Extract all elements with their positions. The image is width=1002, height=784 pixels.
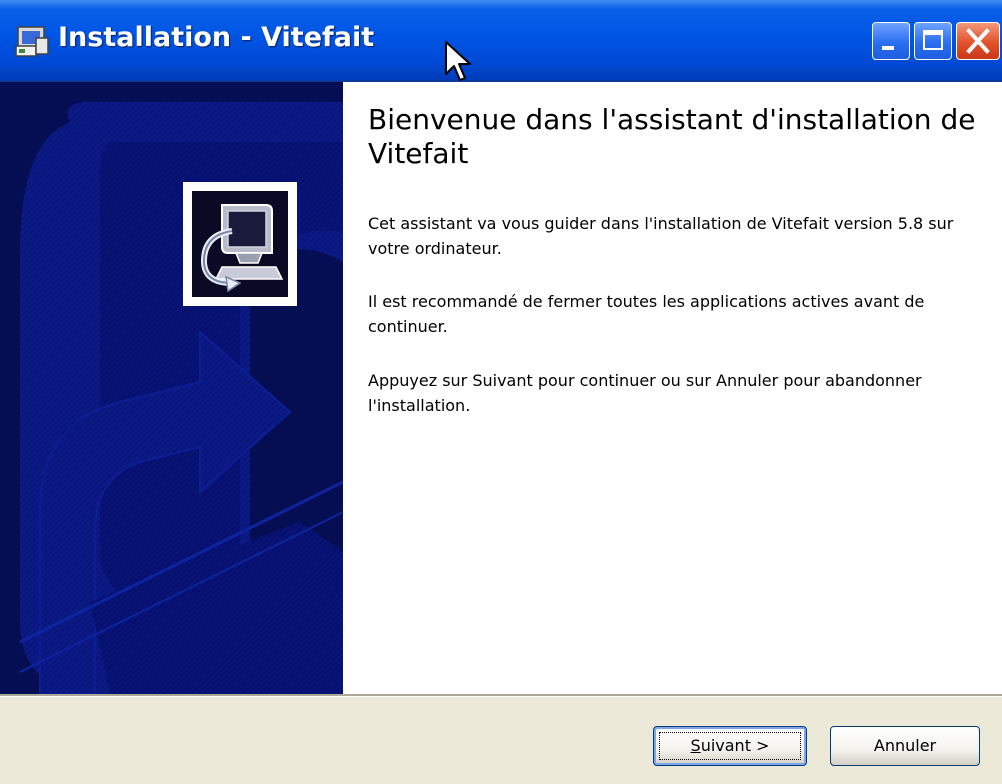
window-title: Installation - Vitefait [58, 22, 375, 53]
next-button-accelerator: S [690, 736, 701, 755]
button-bar: Suivant > Annuler [0, 697, 1002, 784]
welcome-heading: Bienvenue dans l'assistant d'installatio… [368, 103, 976, 170]
instructions-paragraph: Appuyez sur Suivant pour continuer ou su… [368, 371, 922, 415]
close-icon [966, 28, 990, 54]
welcome-panel: Bienvenue dans l'assistant d'installatio… [343, 82, 1002, 694]
cancel-button[interactable]: Annuler [830, 726, 980, 766]
mouse-cursor-icon [444, 40, 474, 84]
next-button-label: uivant > [700, 736, 770, 755]
setup-logo [183, 182, 297, 306]
title-bar[interactable]: Installation - Vitefait [0, 0, 1002, 82]
installer-window: Installation - Vitefait Bienvenue dans l… [0, 0, 1002, 784]
computer-install-icon [192, 191, 288, 297]
maximize-button[interactable] [914, 22, 952, 60]
next-button[interactable]: Suivant > [653, 726, 807, 766]
installer-icon [14, 24, 50, 58]
wizard-side-banner [0, 82, 343, 694]
close-button[interactable] [956, 22, 1000, 60]
minimize-button[interactable] [872, 22, 910, 60]
close-apps-paragraph: Il est recommandé de fermer toutes les a… [368, 292, 925, 336]
intro-paragraph: Cet assistant va vous guider dans l'inst… [368, 214, 954, 258]
minimize-icon [882, 46, 894, 50]
banner-artwork [0, 82, 343, 694]
maximize-icon [923, 30, 943, 50]
cancel-button-label: Annuler [873, 736, 937, 755]
